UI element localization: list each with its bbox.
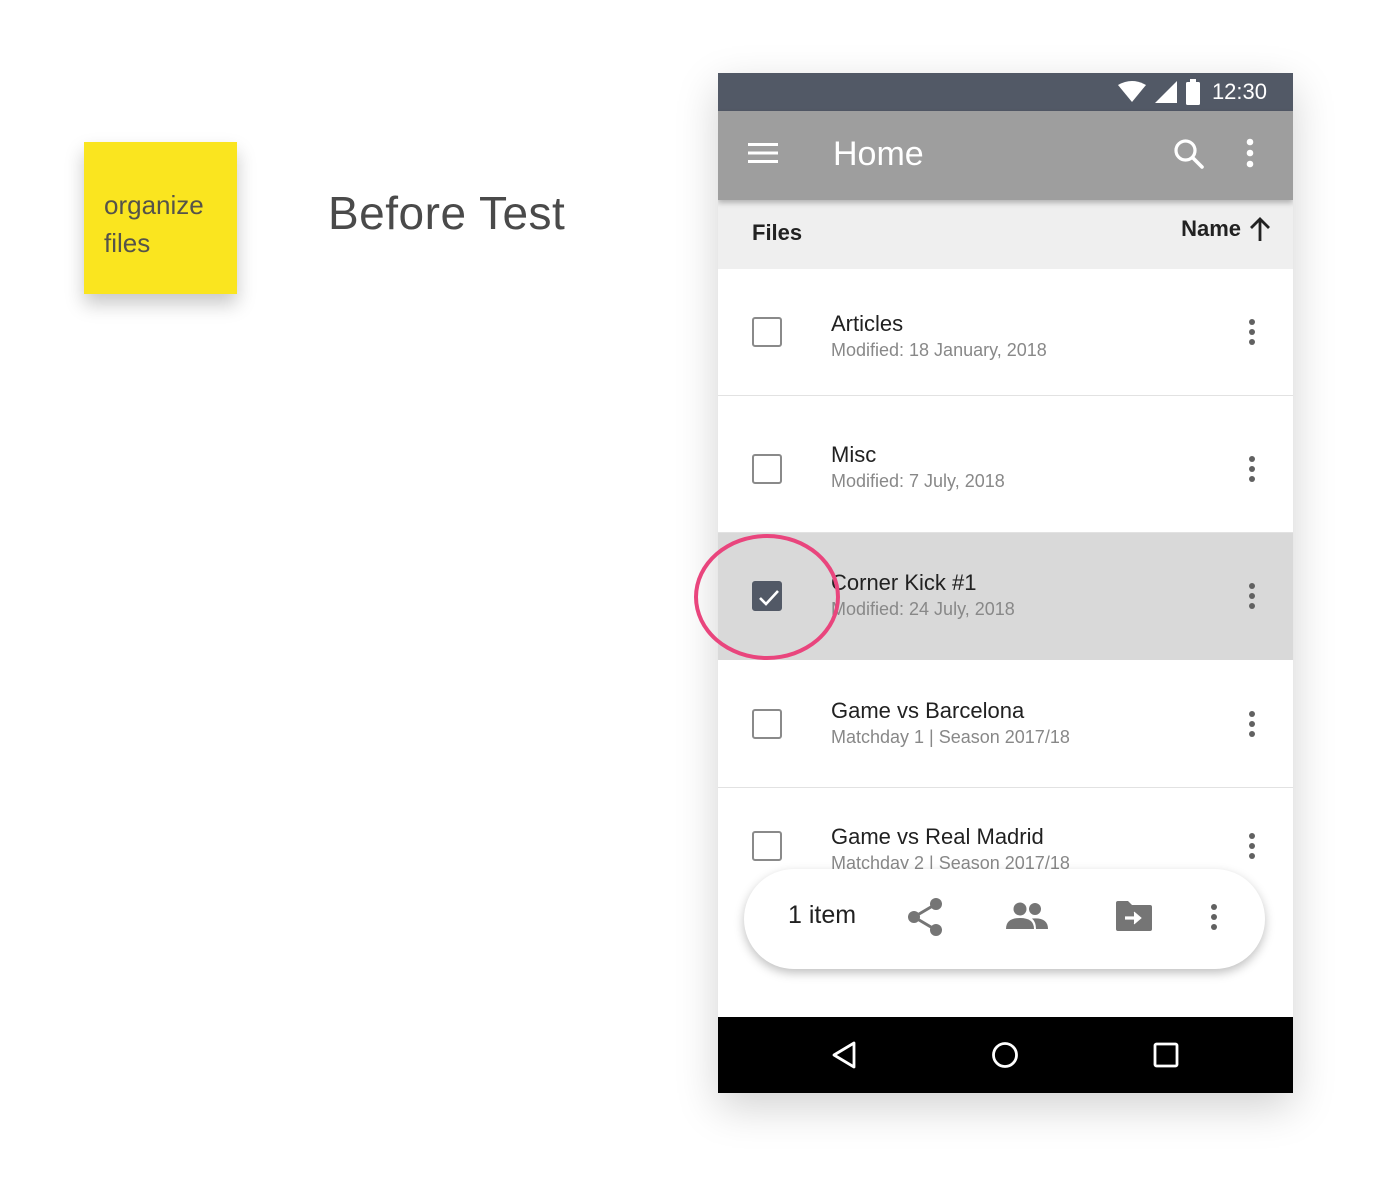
people-icon[interactable] xyxy=(1006,901,1048,931)
row-name: Misc xyxy=(831,442,877,467)
canvas: organize files Before Test 12:30 Home Fi… xyxy=(0,0,1400,1180)
sticky-note-line-2: files xyxy=(104,228,151,258)
row-name: Game vs Real Madrid xyxy=(831,824,1044,849)
home-icon[interactable] xyxy=(991,1041,1019,1069)
row-name: Game vs Barcelona xyxy=(831,698,1025,723)
sticky-note: organize files xyxy=(84,142,237,294)
row-more-vert-icon[interactable] xyxy=(1248,582,1256,610)
move-to-folder-icon[interactable] xyxy=(1114,899,1154,933)
app-bar: Home xyxy=(718,111,1293,200)
row-more-vert-icon[interactable] xyxy=(1248,318,1256,346)
system-nav-bar xyxy=(718,1017,1293,1093)
row-checkbox[interactable] xyxy=(752,831,782,861)
row-meta: Matchday 1 | Season 2017/18 xyxy=(831,727,1070,747)
sticky-note-line-1: organize xyxy=(104,190,204,220)
search-icon[interactable] xyxy=(1173,138,1205,170)
battery-icon xyxy=(1185,79,1200,105)
highlight-circle xyxy=(694,534,840,660)
row-meta: Modified: 7 July, 2018 xyxy=(831,471,1005,491)
more-vert-icon[interactable] xyxy=(1210,903,1218,931)
share-icon[interactable] xyxy=(906,897,944,937)
row-meta: Modified: 18 January, 2018 xyxy=(831,340,1047,360)
row-checkbox[interactable] xyxy=(752,709,782,739)
wifi-icon xyxy=(1117,81,1146,102)
row-name: Articles xyxy=(831,311,904,336)
row-text: Game vs Barcelona Matchday 1 | Season 20… xyxy=(831,698,1070,750)
row-more-vert-icon[interactable] xyxy=(1248,832,1256,860)
file-row-game-barcelona[interactable]: Game vs Barcelona Matchday 1 | Season 20… xyxy=(718,661,1293,788)
more-vert-icon[interactable] xyxy=(1246,138,1254,168)
back-icon[interactable] xyxy=(831,1041,857,1069)
selection-action-bar: 1 item xyxy=(744,869,1265,969)
arrow-up-icon xyxy=(1250,217,1270,241)
sort-by-name-button[interactable]: Name xyxy=(1181,216,1271,242)
row-text: Misc Modified: 7 July, 2018 xyxy=(831,442,1005,494)
sort-label: Name xyxy=(1181,216,1241,241)
row-text: Corner Kick #1 Modified: 24 July, 2018 xyxy=(831,570,1015,622)
status-icons: 12:30 xyxy=(1117,79,1267,105)
list-header: Files Name xyxy=(718,200,1293,269)
status-bar: 12:30 xyxy=(718,73,1293,111)
row-checkbox[interactable] xyxy=(752,454,782,484)
app-bar-title: Home xyxy=(833,135,924,173)
file-row-articles[interactable]: Articles Modified: 18 January, 2018 xyxy=(718,269,1293,396)
row-text: Articles Modified: 18 January, 2018 xyxy=(831,311,1047,363)
recents-icon[interactable] xyxy=(1153,1042,1179,1068)
row-meta: Modified: 24 July, 2018 xyxy=(831,599,1015,619)
row-more-vert-icon[interactable] xyxy=(1248,455,1256,483)
menu-icon[interactable] xyxy=(748,142,778,164)
cell-signal-icon xyxy=(1154,81,1177,103)
row-name: Corner Kick #1 xyxy=(831,570,977,595)
file-row-misc[interactable]: Misc Modified: 7 July, 2018 xyxy=(718,406,1293,533)
status-time: 12:30 xyxy=(1211,79,1267,104)
selection-count: 1 item xyxy=(788,901,857,929)
page-heading: Before Test xyxy=(328,187,566,239)
row-more-vert-icon[interactable] xyxy=(1248,710,1256,738)
row-checkbox[interactable] xyxy=(752,317,782,347)
files-label: Files xyxy=(752,220,803,245)
